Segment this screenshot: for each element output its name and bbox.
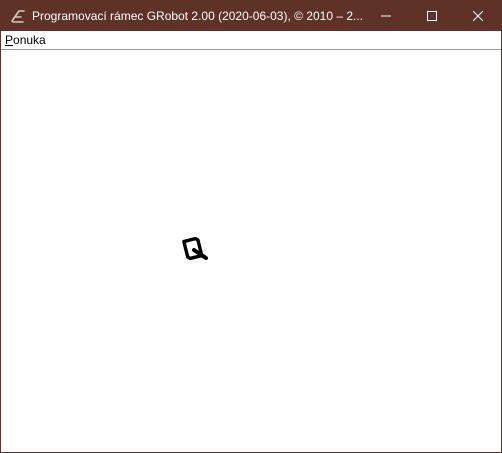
- grobot-app-icon[interactable]: [9, 7, 27, 25]
- app-window: Programovací rámec GRobot 2.00 (2020-06-…: [0, 0, 502, 453]
- maximize-icon: [427, 11, 437, 21]
- menu-ponuka[interactable]: Ponuka: [1, 31, 50, 50]
- close-icon: [473, 11, 483, 21]
- menu-bar: Ponuka: [1, 31, 501, 50]
- maximize-button[interactable]: [409, 1, 455, 31]
- robot-cursor-icon: [182, 236, 208, 261]
- minimize-button[interactable]: [363, 1, 409, 31]
- menu-ponuka-label: onuka: [13, 32, 46, 47]
- drawing-canvas[interactable]: [1, 51, 501, 452]
- menu-ponuka-accel: P: [5, 32, 14, 47]
- title-bar[interactable]: Programovací rámec GRobot 2.00 (2020-06-…: [1, 1, 501, 31]
- close-button[interactable]: [455, 1, 501, 31]
- window-title: Programovací rámec GRobot 2.00 (2020-06-…: [32, 9, 362, 23]
- minimize-icon: [381, 15, 391, 17]
- window-controls: [363, 1, 501, 31]
